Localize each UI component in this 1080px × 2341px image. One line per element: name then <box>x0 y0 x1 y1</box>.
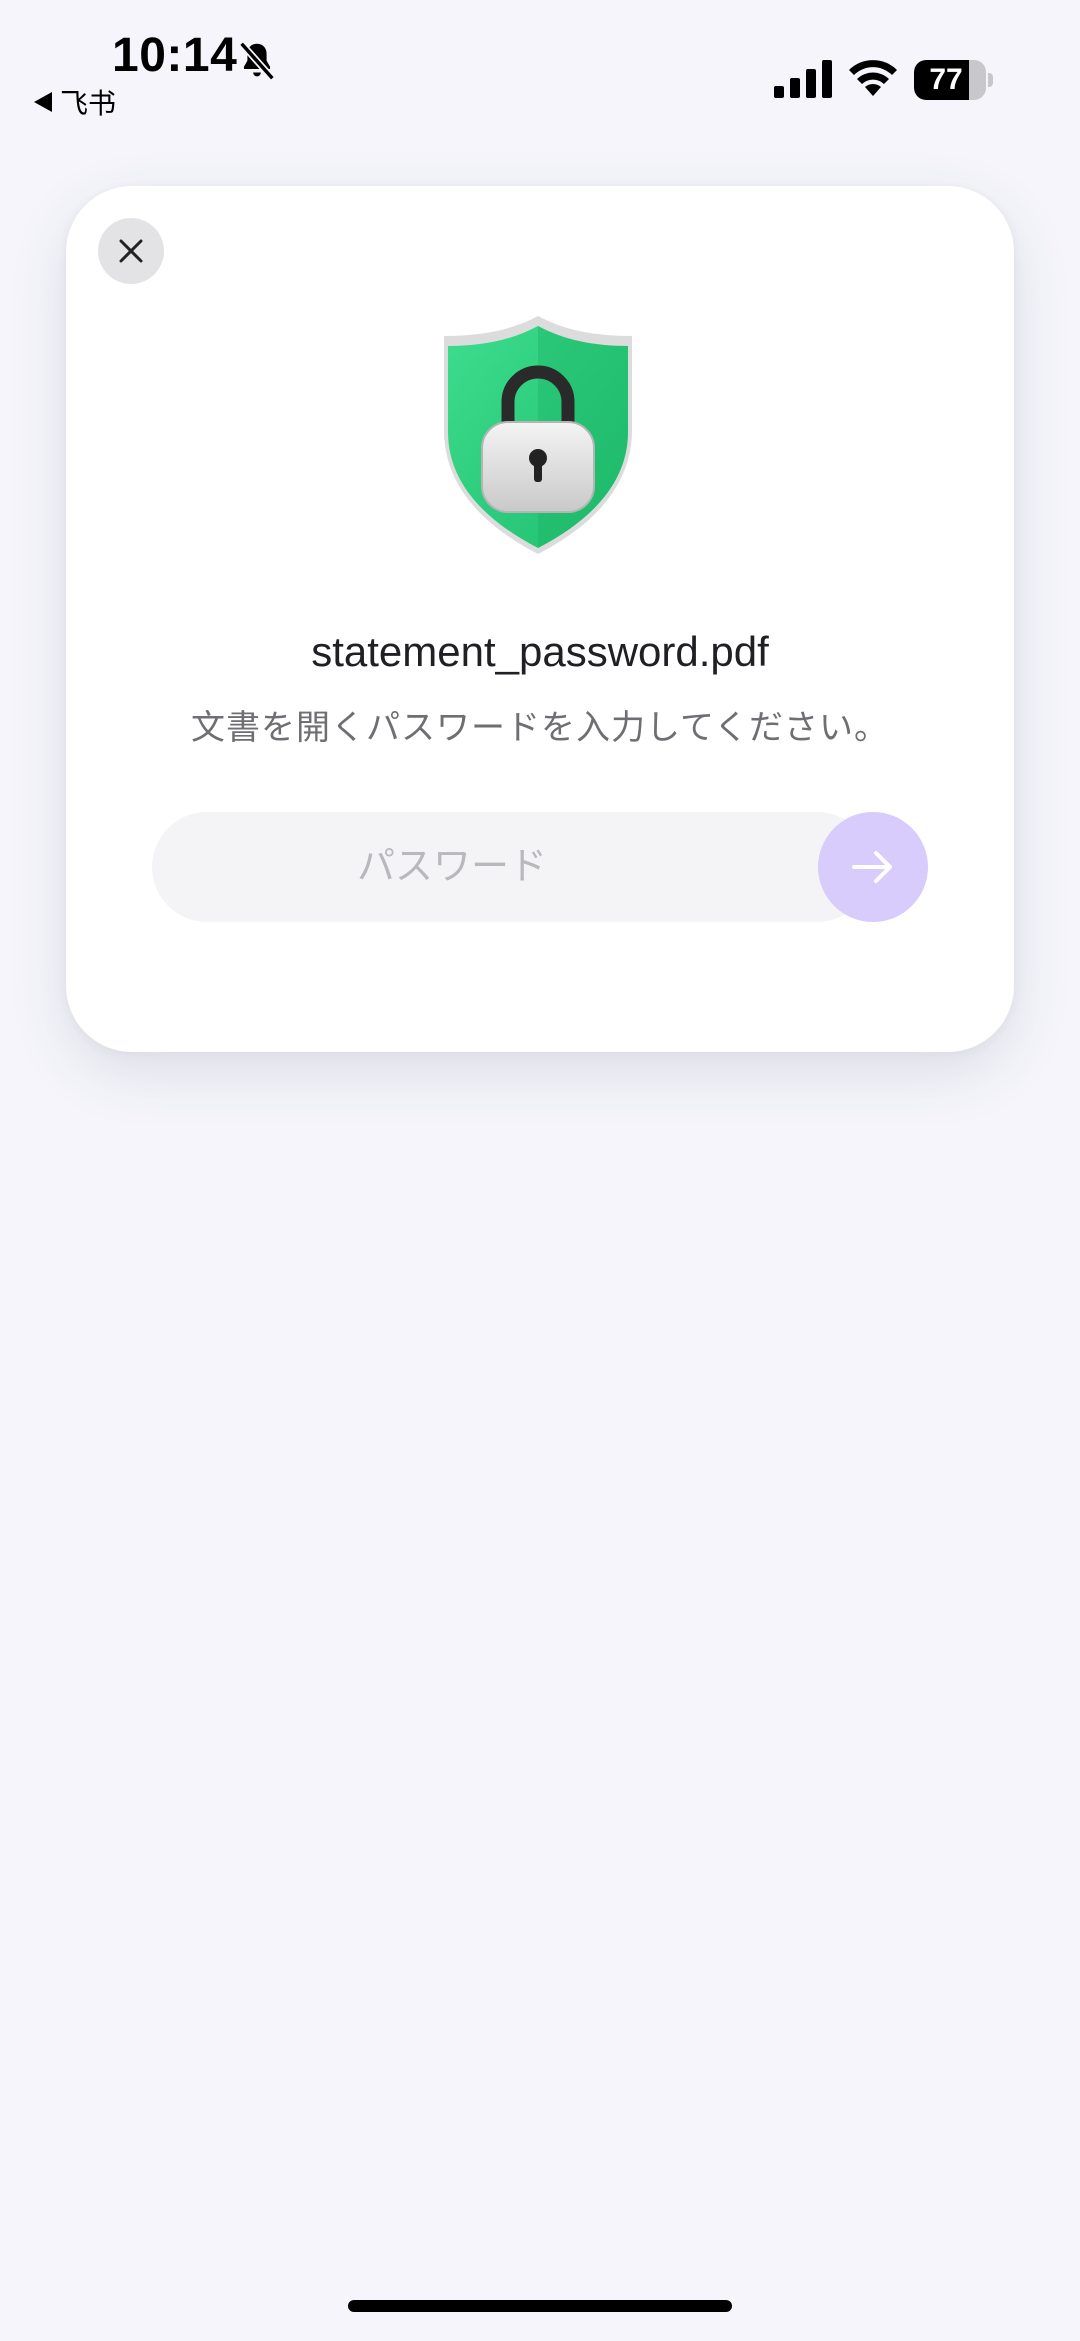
password-input[interactable] <box>152 812 872 922</box>
close-button[interactable] <box>98 218 164 284</box>
cellular-signal-icon <box>774 60 832 98</box>
wifi-icon <box>849 60 897 96</box>
password-dialog: statement_password.pdf 文書を開くパスワードを入力してくだ… <box>66 186 1014 1052</box>
arrow-right-icon <box>852 851 892 883</box>
screen: 10:14 飞书 77 statement_password.pdf 文書を開く… <box>0 0 1080 2341</box>
instruction-text: 文書を開くパスワードを入力してください。 <box>191 709 889 747</box>
submit-button[interactable] <box>818 812 928 922</box>
status-time: 10:14 <box>112 29 238 82</box>
bell-slash-icon <box>239 41 275 81</box>
battery-level: 77 <box>929 63 963 96</box>
password-row <box>152 812 928 922</box>
back-app-label: 飞书 <box>60 88 117 119</box>
battery-indicator: 77 <box>914 60 986 100</box>
back-triangle-icon <box>34 92 52 112</box>
close-icon <box>119 239 143 263</box>
home-indicator <box>348 2300 732 2312</box>
battery-tip <box>988 73 993 87</box>
file-name: statement_password.pdf <box>311 628 769 675</box>
shield-lock-icon <box>444 316 632 554</box>
back-to-app-button[interactable]: 飞书 <box>34 84 116 120</box>
